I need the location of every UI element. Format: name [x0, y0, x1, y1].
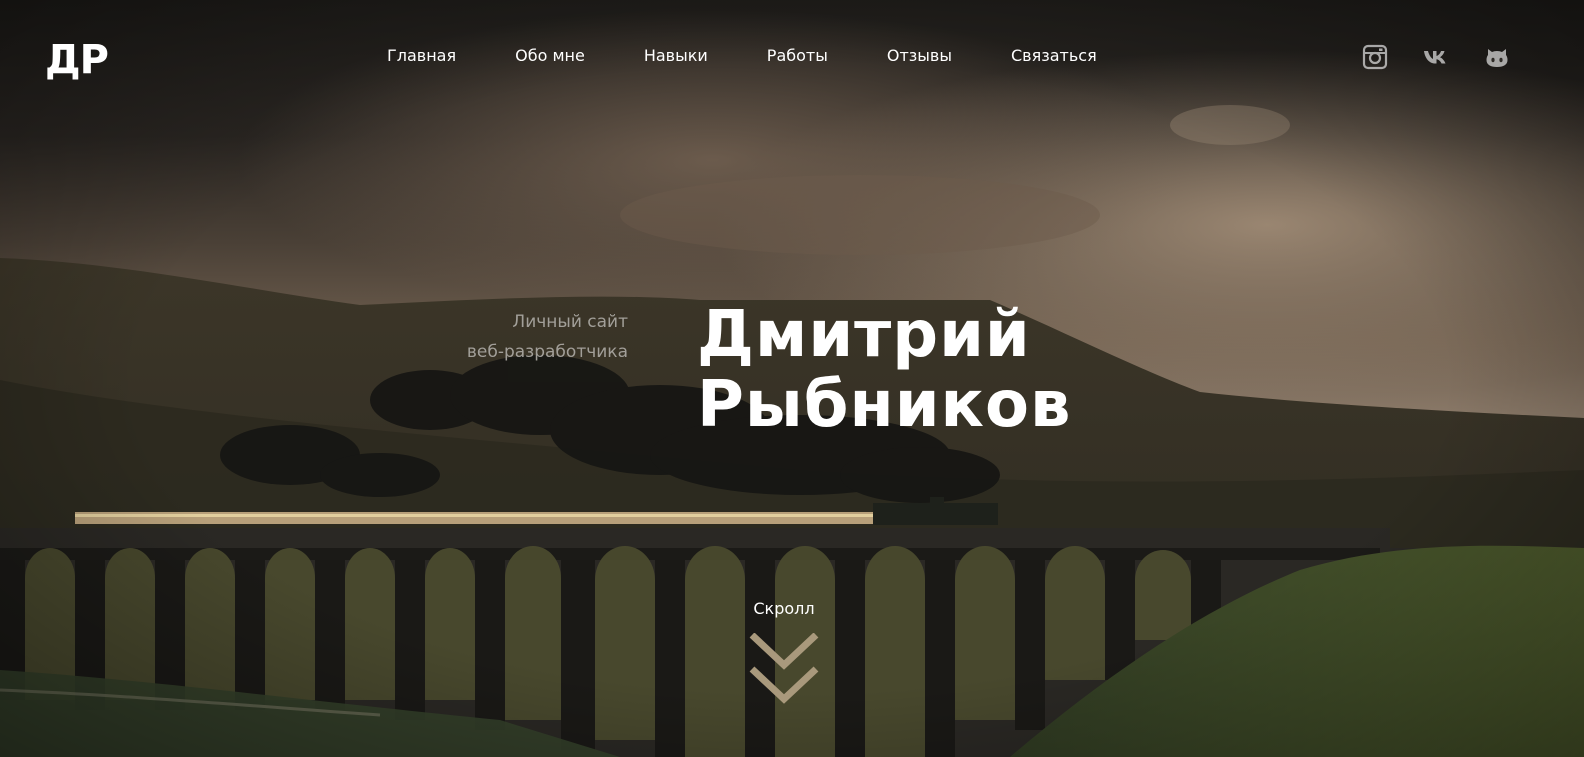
github-link[interactable]	[1483, 43, 1511, 71]
nav-item-reviews[interactable]: Отзывы	[887, 44, 952, 68]
hero-title-last-name: Рыбников	[697, 368, 1072, 442]
nav-item-about[interactable]: Обо мне	[515, 44, 585, 68]
instagram-link[interactable]	[1361, 43, 1389, 71]
vk-link[interactable]	[1422, 43, 1450, 71]
nav-item-home[interactable]: Главная	[387, 44, 456, 68]
github-icon	[1486, 49, 1508, 67]
hero-title-first-name: Дмитрий	[697, 298, 1031, 372]
scroll-label: Скролл	[753, 599, 815, 618]
hero-subtitle-line-2: веб-разработчика	[466, 342, 628, 362]
hero-subtitle: Личный сайт веб-разработчика	[328, 307, 628, 367]
hero-section: ДР Главная Обо мне Навыки Работы Отзывы …	[0, 0, 1584, 757]
logo[interactable]: ДР	[45, 36, 109, 84]
nav-item-skills[interactable]: Навыки	[644, 44, 708, 68]
hero-title: Дмитрий Рыбников	[697, 300, 1071, 440]
vk-icon	[1424, 51, 1446, 64]
hero-subtitle-line-1: Личный сайт	[512, 312, 628, 332]
social-links	[1361, 43, 1511, 71]
instagram-icon	[1362, 44, 1388, 70]
main-nav: Главная Обо мне Навыки Работы Отзывы Свя…	[387, 44, 1097, 68]
nav-item-contact[interactable]: Связаться	[1011, 44, 1097, 68]
nav-item-works[interactable]: Работы	[767, 44, 828, 68]
scroll-down-button[interactable]: Скролл	[734, 597, 834, 705]
double-chevron-down-icon	[749, 633, 819, 704]
